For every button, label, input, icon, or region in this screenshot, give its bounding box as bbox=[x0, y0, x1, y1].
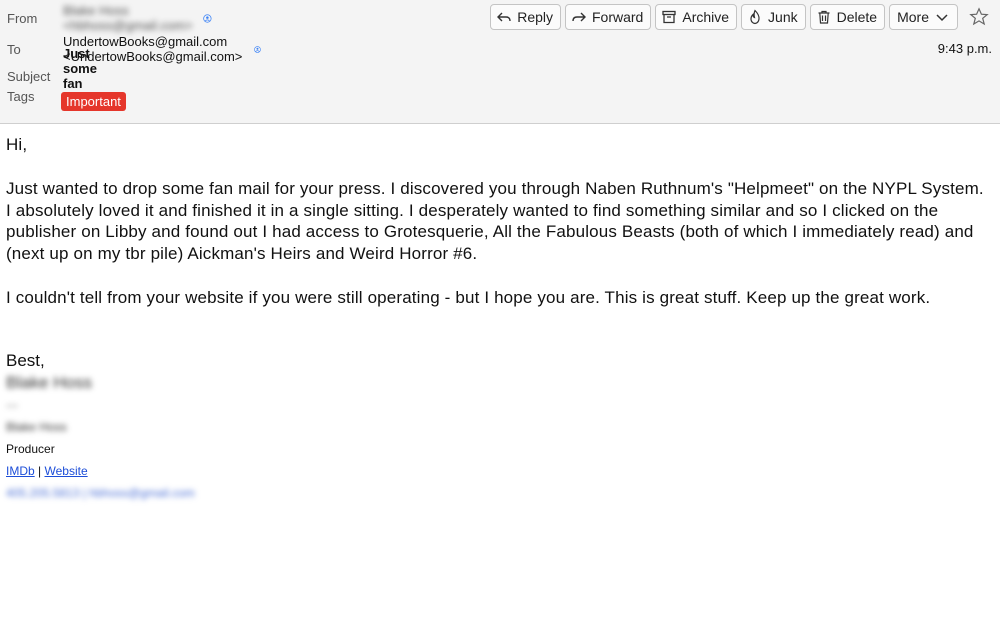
trash-icon bbox=[818, 10, 830, 24]
forward-button[interactable]: Forward bbox=[565, 4, 652, 30]
body-paragraph-2: I couldn't tell from your website if you… bbox=[6, 287, 931, 307]
closing: Best, bbox=[6, 351, 45, 370]
delete-label: Delete bbox=[836, 9, 878, 25]
important-tag[interactable]: Important bbox=[61, 92, 126, 111]
reply-button[interactable]: Reply bbox=[490, 4, 561, 30]
star-icon bbox=[969, 7, 989, 26]
to-label: To bbox=[7, 41, 21, 57]
body-paragraph-1: Just wanted to drop some fan mail for yo… bbox=[6, 178, 984, 264]
archive-icon bbox=[662, 10, 677, 24]
junk-button[interactable]: Junk bbox=[741, 4, 806, 30]
signature-block: Best, Blake Hoss --- Blake Hoss Producer… bbox=[6, 350, 195, 504]
from-address[interactable]: Blake Hoss <hbhoss@gmail.com> bbox=[63, 3, 197, 33]
signature-name: Blake Hoss bbox=[6, 373, 92, 392]
website-link[interactable]: Website bbox=[44, 464, 87, 478]
signature-contact[interactable]: 405.205.5813 | hbhoss@gmail.com bbox=[6, 482, 195, 504]
tags-label: Tags bbox=[7, 89, 35, 104]
imdb-link[interactable]: IMDb bbox=[6, 464, 35, 478]
message-time: 9:43 p.m. bbox=[937, 41, 992, 56]
reply-label: Reply bbox=[517, 9, 553, 25]
signature-role: Producer bbox=[6, 442, 55, 456]
archive-label: Archive bbox=[682, 9, 730, 25]
archive-button[interactable]: Archive bbox=[655, 4, 738, 30]
junk-label: Junk bbox=[768, 9, 798, 25]
from-label: From bbox=[7, 10, 38, 26]
flame-icon bbox=[750, 9, 760, 25]
star-button[interactable] bbox=[966, 4, 992, 30]
signature-links: IMDb | Website bbox=[6, 460, 195, 482]
chevron-down-icon bbox=[936, 14, 948, 22]
forward-label: Forward bbox=[592, 9, 644, 25]
from-field[interactable]: Blake Hoss <hbhoss@gmail.com> bbox=[63, 3, 212, 33]
delete-button[interactable]: Delete bbox=[809, 4, 886, 30]
reply-icon bbox=[497, 12, 511, 22]
message-header: From Blake Hoss <hbhoss@gmail.com> Reply… bbox=[0, 0, 1000, 124]
greeting: Hi, bbox=[6, 135, 28, 154]
more-button[interactable]: More bbox=[889, 4, 958, 30]
more-label: More bbox=[897, 9, 929, 25]
message-body: Hi, Just wanted to drop some fan mail fo… bbox=[6, 134, 991, 331]
message-toolbar: Reply Forward Archive Junk Delete More bbox=[490, 4, 992, 30]
contact-icon[interactable] bbox=[254, 43, 262, 56]
subject-label: Subject bbox=[7, 68, 51, 84]
signature-divider: --- bbox=[6, 398, 18, 412]
forward-icon bbox=[572, 12, 586, 22]
link-separator: | bbox=[38, 464, 42, 478]
contact-icon[interactable] bbox=[203, 12, 212, 25]
signature-name-small: Blake Hoss bbox=[6, 420, 67, 434]
